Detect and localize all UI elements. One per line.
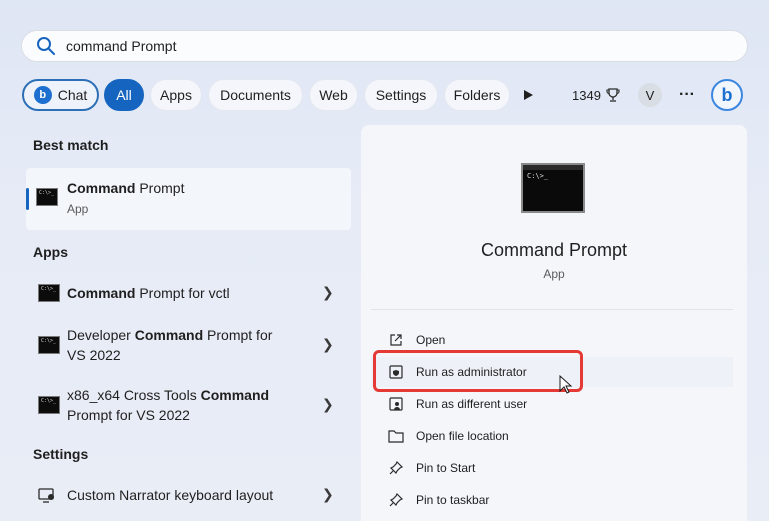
best-match-title-bold: Command xyxy=(67,180,136,196)
command-prompt-icon xyxy=(38,396,60,414)
app-3-title-line2: Prompt for VS 2022 xyxy=(67,407,190,423)
narrator-icon xyxy=(38,488,54,503)
search-input[interactable]: command Prompt xyxy=(66,38,176,54)
tab-all-label: All xyxy=(116,87,132,103)
pin-icon xyxy=(388,492,404,508)
tab-web-label: Web xyxy=(319,87,348,103)
best-match-heading: Best match xyxy=(33,137,109,153)
pin-icon xyxy=(388,460,404,476)
best-match-type: App xyxy=(67,202,89,216)
more-options-label: ··· xyxy=(679,86,695,103)
tab-folders-label: Folders xyxy=(453,87,501,103)
highlight-annotation xyxy=(373,350,583,392)
action-pin-to-taskbar[interactable]: Pin to taskbar xyxy=(371,485,733,515)
app-1-bold: Command xyxy=(67,285,136,301)
avatar-initial: V xyxy=(645,87,655,103)
action-pin-to-start-label: Pin to Start xyxy=(416,461,476,475)
search-query: command xyxy=(66,38,128,54)
app-1-post: Prompt for vctl xyxy=(135,285,230,301)
settings-heading: Settings xyxy=(33,446,89,462)
command-prompt-large-icon xyxy=(521,163,585,213)
app-2-post: Prompt for xyxy=(203,327,273,343)
trophy-icon xyxy=(606,88,620,102)
details-subtitle: App xyxy=(543,267,565,281)
chevron-right-icon[interactable]: ❯ xyxy=(322,284,334,301)
action-run-as-different-user-label: Run as different user xyxy=(416,397,528,411)
tab-all[interactable]: All xyxy=(104,79,144,111)
command-prompt-icon xyxy=(38,284,60,302)
best-match-title-rest: Prompt xyxy=(135,180,185,196)
search-suggestion: Prompt xyxy=(127,38,177,54)
bing-button[interactable]: b xyxy=(711,79,743,111)
app-2-bold: Command xyxy=(134,327,204,343)
tab-apps[interactable]: Apps xyxy=(150,79,202,111)
app-2-pre: Developer xyxy=(67,327,135,343)
divider xyxy=(371,309,733,310)
action-pin-to-taskbar-label: Pin to taskbar xyxy=(416,493,490,507)
app-3-pre: x86_x64 Cross Tools xyxy=(67,387,201,403)
avatar[interactable]: V xyxy=(638,83,662,107)
command-prompt-icon xyxy=(36,188,58,206)
action-pin-to-start[interactable]: Pin to Start xyxy=(371,453,733,483)
open-external-icon xyxy=(388,332,404,348)
chevron-right-icon[interactable]: ❯ xyxy=(322,486,334,503)
list-item-app-1[interactable]: Command Prompt for vctl ❯ xyxy=(26,280,351,306)
filter-bar: b Chat All Apps Documents Web Settings F… xyxy=(22,78,767,112)
apps-heading: Apps xyxy=(33,244,68,260)
action-open-file-location[interactable]: Open file location xyxy=(371,421,733,451)
command-prompt-icon xyxy=(38,336,60,354)
app-3-bold: Command xyxy=(200,387,270,403)
setting-1-title: Custom Narrator keyboard layout xyxy=(67,487,274,503)
app-3-title: x86_x64 Cross Tools Command xyxy=(67,385,269,405)
best-match-item[interactable]: Command Prompt App xyxy=(26,168,351,230)
list-item-app-2[interactable]: Developer Command Prompt for VS 2022 ❯ xyxy=(26,324,351,368)
play-icon xyxy=(524,90,533,100)
tab-folders[interactable]: Folders xyxy=(444,79,510,111)
bing-chat-icon: b xyxy=(33,86,52,104)
chevron-right-icon[interactable]: ❯ xyxy=(322,336,334,353)
user-icon xyxy=(388,396,404,412)
chevron-right-icon[interactable]: ❯ xyxy=(322,396,334,413)
chat-label: Chat xyxy=(57,87,88,103)
tab-settings[interactable]: Settings xyxy=(364,79,438,111)
mouse-cursor-icon xyxy=(559,375,573,394)
tab-web[interactable]: Web xyxy=(309,79,358,111)
app-2-title: Developer Command Prompt for xyxy=(67,325,272,345)
tab-settings-label: Settings xyxy=(375,87,427,103)
action-open-label: Open xyxy=(416,333,446,347)
folder-icon xyxy=(388,428,404,444)
more-options-button[interactable]: ··· xyxy=(679,78,695,112)
rewards-points[interactable]: 1349 xyxy=(572,78,621,112)
action-open-file-location-label: Open file location xyxy=(416,429,509,443)
chat-button[interactable]: b Chat xyxy=(22,79,99,111)
rewards-points-value: 1349 xyxy=(572,87,601,103)
list-item-setting-1[interactable]: Custom Narrator keyboard layout ❯ xyxy=(26,482,351,508)
tab-documents-label: Documents xyxy=(220,87,291,103)
more-filters-button[interactable] xyxy=(522,78,534,112)
search-bar[interactable]: command Prompt xyxy=(21,30,748,62)
list-item-app-3[interactable]: x86_x64 Cross Tools Command Prompt for V… xyxy=(26,384,351,428)
action-run-as-different-user[interactable]: Run as different user xyxy=(371,389,733,419)
search-icon xyxy=(37,37,55,55)
bing-icon: b xyxy=(721,84,733,105)
details-panel: Command Prompt App Open Run as administr… xyxy=(361,125,747,521)
app-1-title: Command Prompt for vctl xyxy=(67,283,230,303)
details-title: Command Prompt xyxy=(480,240,628,260)
selection-indicator xyxy=(26,188,29,210)
tab-apps-label: Apps xyxy=(160,87,192,103)
app-2-title-line2: VS 2022 xyxy=(67,347,121,363)
tab-documents[interactable]: Documents xyxy=(208,79,303,111)
best-match-title: Command Prompt xyxy=(67,178,184,198)
